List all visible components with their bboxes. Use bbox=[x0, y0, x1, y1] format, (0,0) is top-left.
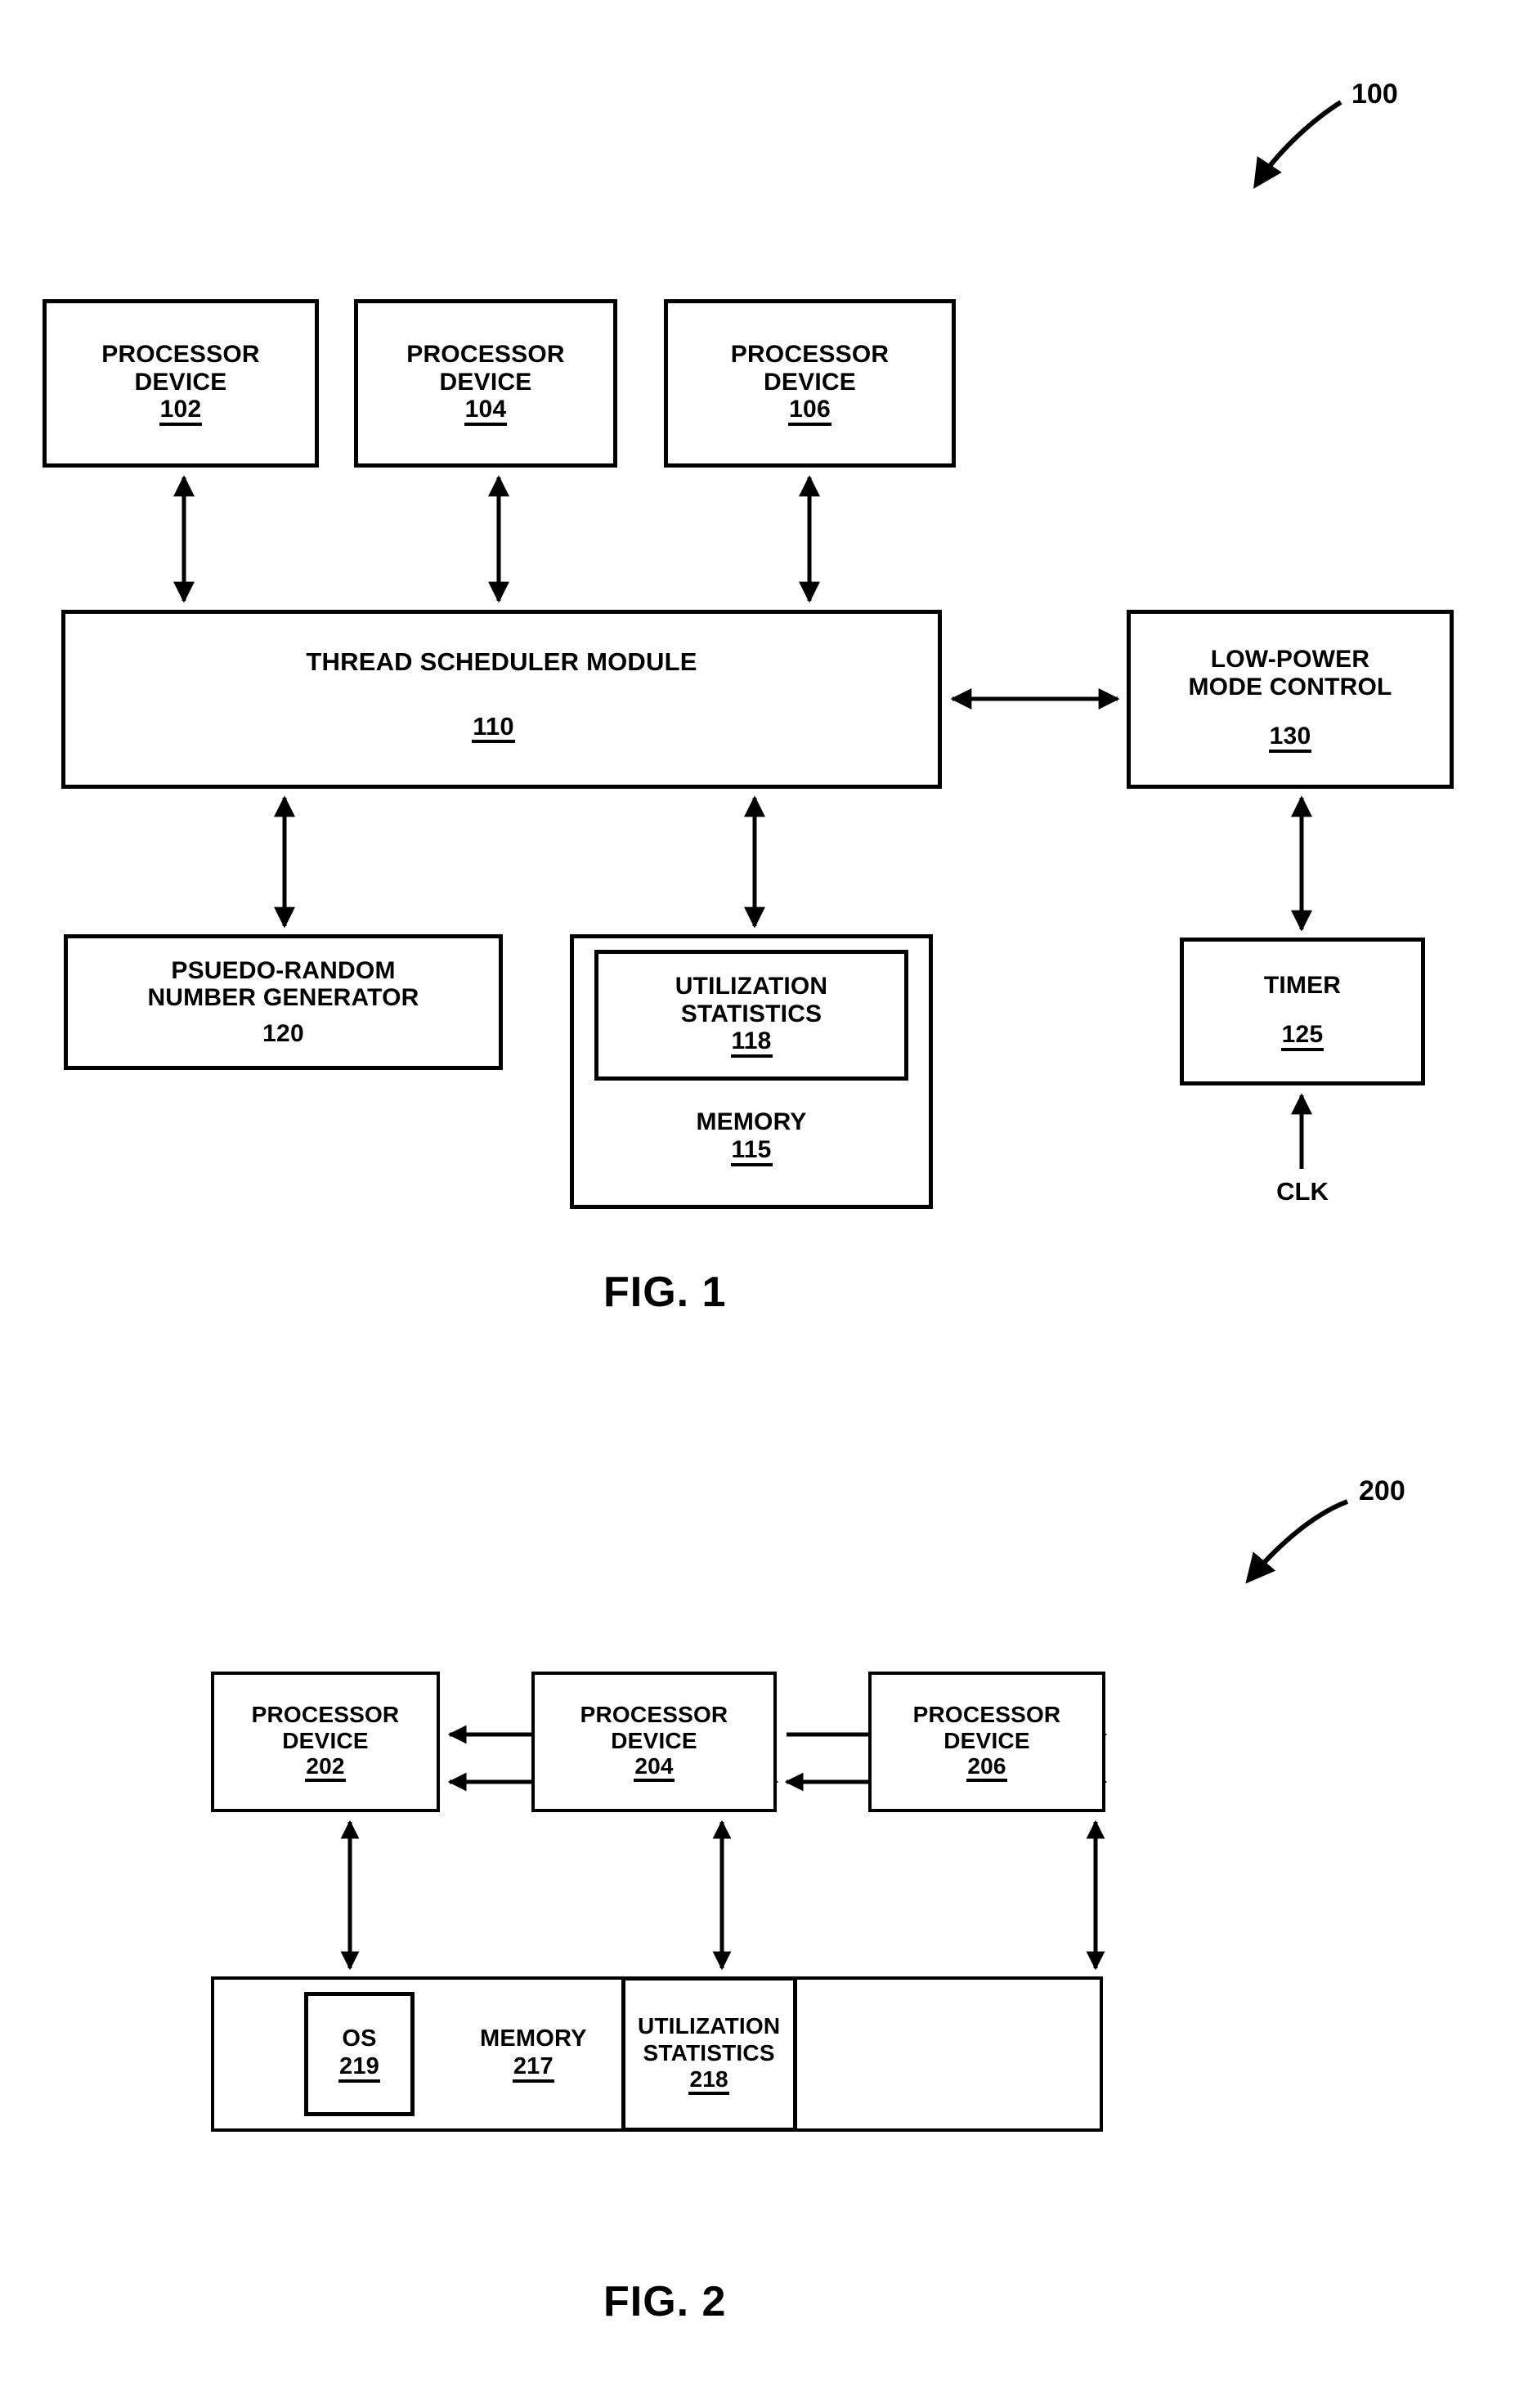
thread-scheduler-module-ref: 110 bbox=[472, 714, 515, 743]
os-219-box[interactable]: OS 219 bbox=[304, 1992, 415, 2116]
thread-scheduler-module-ref-wrap: 110 bbox=[472, 713, 515, 743]
pseudo-random-number-generator-ref-wrap: 120 bbox=[262, 1020, 304, 1048]
figure-1-caption: FIG. 1 bbox=[603, 1269, 727, 1316]
low-power-mode-control-line2: MODE CONTROL bbox=[1188, 674, 1392, 700]
memory-115-label: MEMORY bbox=[696, 1108, 807, 1135]
figure-1-reference-number: 100 bbox=[1351, 78, 1398, 110]
processor-device-102-line1: PROCESSOR bbox=[101, 340, 260, 368]
lead-line-200 bbox=[1245, 1499, 1349, 1584]
processor-device-104-line1: PROCESSOR bbox=[406, 340, 565, 368]
timer-125-ref: 125 bbox=[1280, 1022, 1325, 1051]
low-power-mode-control-box[interactable]: LOW-POWER MODE CONTROL 130 bbox=[1127, 610, 1454, 789]
memory-217-label-group: MEMORY 217 bbox=[480, 2025, 587, 2083]
processor-device-204-line1: PROCESSOR bbox=[580, 1702, 728, 1728]
utilization-statistics-218-line2: STATISTICS bbox=[643, 2039, 775, 2066]
figure-2-caption: FIG. 2 bbox=[603, 2278, 727, 2325]
utilization-statistics-118-ref: 118 bbox=[730, 1029, 773, 1059]
utilization-statistics-218-ref-wrap: 218 bbox=[688, 2066, 729, 2095]
low-power-mode-control-ref-wrap: 130 bbox=[1268, 723, 1312, 753]
os-219-label: OS bbox=[342, 2025, 377, 2052]
os-219-ref-wrap: 219 bbox=[338, 2053, 380, 2083]
pseudo-random-number-generator-line2: NUMBER GENERATOR bbox=[147, 984, 419, 1012]
processor-device-202-ref: 202 bbox=[305, 1754, 346, 1782]
memory-115-label-group: MEMORY 115 bbox=[696, 1108, 806, 1166]
utilization-statistics-118-line2: STATISTICS bbox=[680, 1000, 822, 1027]
processor-device-102-box[interactable]: PROCESSOR DEVICE 102 bbox=[43, 299, 319, 468]
utilization-statistics-118-ref-wrap: 118 bbox=[730, 1027, 773, 1059]
processor-device-104-ref-wrap: 104 bbox=[464, 396, 508, 427]
utilization-statistics-218-box[interactable]: UTILIZATION STATISTICS 218 bbox=[621, 1976, 797, 2132]
thread-scheduler-module-box[interactable]: THREAD SCHEDULER MODULE 110 bbox=[61, 610, 942, 789]
memory-115-ref: 115 bbox=[730, 1137, 773, 1166]
processor-device-106-box[interactable]: PROCESSOR DEVICE 106 bbox=[664, 299, 956, 468]
processor-device-106-ref-wrap: 106 bbox=[788, 396, 831, 427]
processor-device-102-ref: 102 bbox=[159, 397, 203, 427]
processor-device-104-box[interactable]: PROCESSOR DEVICE 104 bbox=[354, 299, 617, 468]
utilization-statistics-218-line1: UTILIZATION bbox=[637, 2013, 781, 2039]
processor-device-202-line1: PROCESSOR bbox=[251, 1702, 400, 1728]
processor-device-202-box[interactable]: PROCESSOR DEVICE 202 bbox=[211, 1672, 440, 1812]
processor-device-202-ref-wrap: 202 bbox=[305, 1753, 346, 1782]
processor-device-102-ref-wrap: 102 bbox=[159, 396, 203, 427]
processor-device-204-ref-wrap: 204 bbox=[634, 1753, 675, 1782]
figure-2-reference-number: 200 bbox=[1359, 1475, 1405, 1506]
clk-signal-label: CLK bbox=[1276, 1177, 1329, 1206]
utilization-statistics-118-box[interactable]: UTILIZATION STATISTICS 118 bbox=[594, 950, 908, 1081]
memory-217-ref: 217 bbox=[512, 2054, 554, 2083]
memory-217-label: MEMORY bbox=[480, 2025, 587, 2052]
memory-115-box[interactable]: UTILIZATION STATISTICS 118 MEMORY 115 bbox=[570, 934, 933, 1209]
low-power-mode-control-line1: LOW-POWER bbox=[1210, 646, 1370, 674]
processor-device-206-ref-wrap: 206 bbox=[966, 1753, 1007, 1782]
lead-line-100 bbox=[1253, 100, 1342, 190]
processor-device-106-line2: DEVICE bbox=[764, 368, 856, 396]
low-power-mode-control-ref: 130 bbox=[1268, 723, 1312, 753]
pseudo-random-number-generator-ref: 120 bbox=[262, 1019, 304, 1047]
pseudo-random-number-generator-line1: PSUEDO-RANDOM bbox=[171, 956, 396, 984]
processor-device-206-box[interactable]: PROCESSOR DEVICE 206 bbox=[868, 1672, 1105, 1812]
timer-125-box[interactable]: TIMER 125 bbox=[1180, 938, 1425, 1085]
timer-125-ref-wrap: 125 bbox=[1280, 1021, 1325, 1051]
processor-device-206-ref: 206 bbox=[966, 1754, 1007, 1782]
processor-device-106-line1: PROCESSOR bbox=[730, 340, 890, 368]
processor-device-104-ref: 104 bbox=[464, 397, 508, 427]
processor-device-106-ref: 106 bbox=[788, 397, 831, 427]
utilization-statistics-118-line1: UTILIZATION bbox=[675, 972, 828, 1000]
patent-figure-sheet: 100 PROCESSOR DEVICE 102 PROCESSOR DEVIC… bbox=[0, 0, 1515, 2408]
processor-device-102-line2: DEVICE bbox=[134, 368, 227, 396]
pseudo-random-number-generator-box[interactable]: PSUEDO-RANDOM NUMBER GENERATOR 120 bbox=[64, 934, 503, 1070]
processor-device-204-line2: DEVICE bbox=[611, 1727, 697, 1753]
processor-device-206-line2: DEVICE bbox=[944, 1727, 1030, 1753]
timer-125-label: TIMER bbox=[1263, 972, 1342, 1000]
processor-device-202-line2: DEVICE bbox=[282, 1727, 369, 1753]
os-219-ref: 219 bbox=[338, 2054, 380, 2083]
processor-device-206-line1: PROCESSOR bbox=[912, 1702, 1061, 1728]
processor-device-204-box[interactable]: PROCESSOR DEVICE 204 bbox=[531, 1672, 777, 1812]
processor-device-104-line2: DEVICE bbox=[439, 368, 532, 396]
memory-217-box[interactable]: OS 219 MEMORY 217 UTILIZATION STATISTICS… bbox=[211, 1976, 1103, 2132]
thread-scheduler-module-label: THREAD SCHEDULER MODULE bbox=[306, 647, 697, 676]
utilization-statistics-218-ref: 218 bbox=[688, 2067, 729, 2095]
processor-device-204-ref: 204 bbox=[634, 1754, 675, 1782]
